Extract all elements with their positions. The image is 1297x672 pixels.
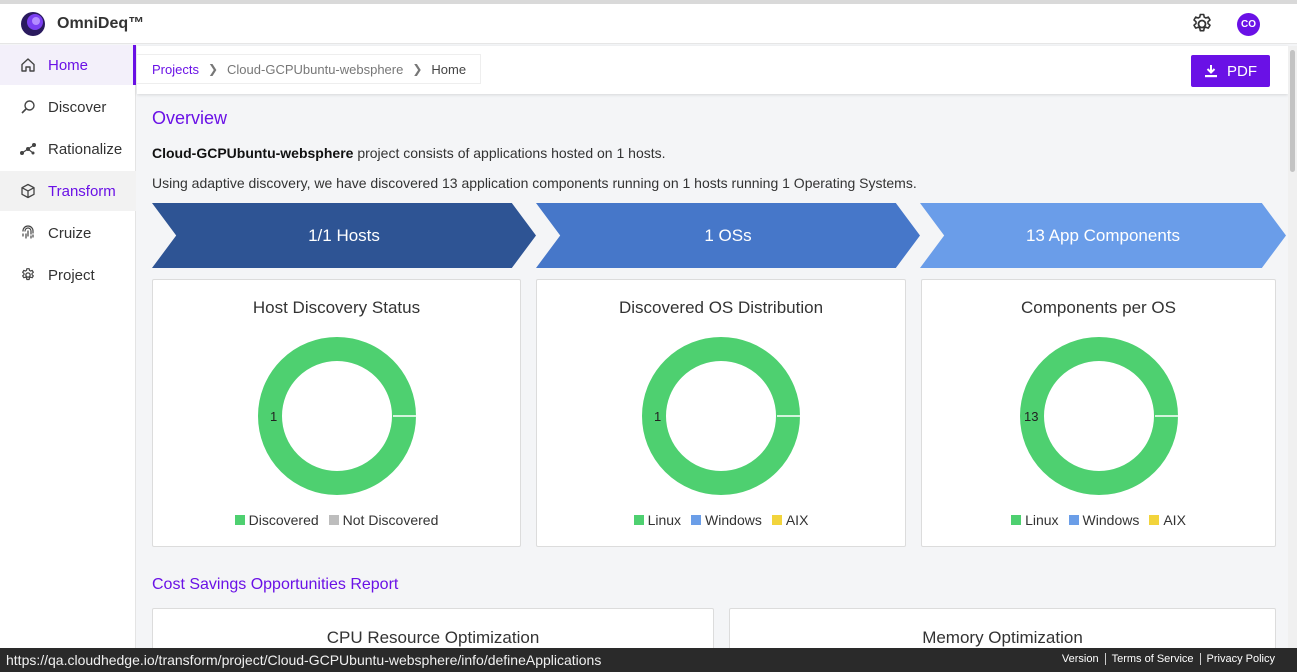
status-bar: https://qa.cloudhedge.io/transform/proje… (0, 648, 1297, 672)
donut-value-label: 1 (270, 409, 277, 424)
sidebar-item-label: Cruize (48, 224, 92, 242)
terms-of-service-link[interactable]: Terms of Service (1104, 653, 1200, 665)
donut-value-label: 1 (654, 409, 661, 424)
card-title: Host Discovery Status (252, 298, 421, 317)
legend-label: AIX (785, 512, 809, 528)
legend-swatch (1149, 515, 1160, 525)
legend-item-aix[interactable]: AIX (771, 512, 809, 528)
legend-swatch (234, 515, 245, 525)
discovered-os-distribution-card: Discovered OS Distribution 1 Linux Windo… (536, 279, 906, 547)
donut-value-label: 13 (1024, 409, 1038, 424)
breadcrumb-projects-link[interactable]: Projects (152, 62, 199, 77)
sidebar-item-transform[interactable]: Transform (0, 171, 136, 211)
sidebar-item-label: Discover (48, 98, 107, 116)
overview-summary-text: project consists of applications hosted … (353, 145, 666, 161)
os-summary-arrow: 1 OSs (536, 203, 920, 268)
download-icon (1205, 65, 1217, 78)
chevron-right-icon: ❯ (207, 62, 219, 76)
card-title: Discovered OS Distribution (618, 298, 824, 317)
pdf-button-label: PDF (1227, 62, 1257, 80)
sidebar-item-label: Project (48, 266, 95, 284)
legend-swatch (1011, 515, 1022, 525)
card-title: Memory Optimization (922, 628, 1083, 647)
project-name: Cloud-GCPUbuntu-websphere (152, 145, 354, 161)
legend-label: Windows (705, 512, 762, 528)
discovery-summary-line: Using adaptive discovery, we have discov… (152, 175, 917, 191)
legend-swatch (1068, 515, 1079, 525)
legend-label: Linux (1025, 512, 1059, 528)
breadcrumb-project-link[interactable]: Cloud-GCPUbuntu-websphere (227, 62, 403, 77)
host-discovery-donut-chart[interactable]: 1 (256, 335, 418, 497)
overview-summary-line: Cloud-GCPUbuntu-websphere project consis… (152, 145, 666, 161)
breadcrumb-current: Home (431, 61, 467, 77)
legend-item-discovered[interactable]: Discovered (234, 512, 319, 528)
transform-cube-icon (18, 181, 38, 201)
legend-label: Windows (1082, 512, 1140, 528)
cost-savings-heading: Cost Savings Opportunities Report (152, 576, 399, 593)
settings-gear-icon[interactable] (1190, 12, 1214, 36)
sidebar-item-label: Transform (48, 182, 116, 200)
app-components-summary-arrow: 13 App Components (920, 203, 1286, 268)
chart-legend: Linux Windows AIX (537, 512, 905, 528)
components-per-os-donut-chart[interactable]: 13 (1018, 335, 1180, 497)
legend-item-linux[interactable]: Linux (633, 512, 682, 528)
legend-swatch (633, 515, 644, 525)
breadcrumb: Projects ❯ Cloud-GCPUbuntu-websphere ❯ H… (137, 54, 482, 84)
legend-label: Linux (647, 512, 682, 528)
components-per-os-card: Components per OS 13 Linux Windows AIX (921, 279, 1276, 547)
sidebar-item-cruize[interactable]: Cruize (0, 213, 136, 253)
privacy-policy-link[interactable]: Privacy Policy (1199, 653, 1281, 665)
legend-item-linux[interactable]: Linux (1011, 512, 1059, 528)
footer-links: Version Terms of Service Privacy Policy (1056, 653, 1281, 665)
legend-item-windows[interactable]: Windows (691, 512, 762, 528)
legend-swatch (771, 515, 782, 525)
overview-heading: Overview (152, 108, 228, 128)
legend-label: Not Discovered (342, 512, 439, 528)
version-link[interactable]: Version (1056, 653, 1105, 665)
top-header: OmniDeq™ CO (0, 4, 1297, 44)
chevron-right-icon: ❯ (412, 62, 423, 76)
legend-label: Discovered (248, 512, 319, 528)
legend-item-aix[interactable]: AIX (1149, 512, 1186, 528)
user-avatar[interactable]: CO (1237, 13, 1260, 36)
brand-name: OmniDeq™ (57, 15, 145, 32)
download-pdf-button[interactable]: PDF (1191, 55, 1270, 87)
omnideq-logo-icon[interactable] (20, 11, 46, 37)
card-title: Components per OS (1021, 298, 1176, 317)
sidebar-item-label: Rationalize (48, 140, 123, 158)
sidebar-item-project[interactable]: Project (0, 255, 136, 295)
donut-slice-linux[interactable] (1020, 337, 1178, 495)
sidebar: Home Discover Rationalize Transform Crui… (0, 45, 136, 648)
home-icon (18, 55, 38, 75)
legend-label: AIX (1163, 512, 1186, 528)
sidebar-item-label: Home (48, 56, 89, 74)
rationalize-icon (18, 139, 38, 159)
hosts-summary-arrow: 1/1 Hosts (152, 203, 536, 268)
card-title: CPU Resource Optimization (326, 628, 540, 647)
main-scrollbar[interactable] (1288, 46, 1297, 648)
legend-item-not-discovered[interactable]: Not Discovered (328, 512, 439, 528)
sidebar-item-discover[interactable]: Discover (0, 87, 136, 127)
breadcrumb-bar: Projects ❯ Cloud-GCPUbuntu-websphere ❯ H… (137, 46, 1288, 94)
link-preview-url: https://qa.cloudhedge.io/transform/proje… (6, 652, 602, 668)
scrollbar-thumb[interactable] (1290, 50, 1295, 172)
discover-icon (18, 97, 38, 117)
settings-icon (18, 265, 38, 285)
os-distribution-donut-chart[interactable]: 1 (640, 335, 802, 497)
legend-item-windows[interactable]: Windows (1068, 512, 1140, 528)
sidebar-item-rationalize[interactable]: Rationalize (0, 129, 136, 169)
sidebar-item-home[interactable]: Home (0, 45, 136, 85)
chart-legend: Linux Windows AIX (922, 512, 1275, 528)
host-discovery-status-card: Host Discovery Status 1 Discovered Not D… (152, 279, 521, 547)
fingerprint-icon (18, 223, 38, 243)
legend-swatch (328, 515, 339, 525)
chart-legend: Discovered Not Discovered (153, 512, 520, 528)
donut-slice-linux[interactable] (642, 337, 800, 495)
legend-swatch (691, 515, 702, 525)
donut-slice-discovered[interactable] (258, 337, 416, 495)
